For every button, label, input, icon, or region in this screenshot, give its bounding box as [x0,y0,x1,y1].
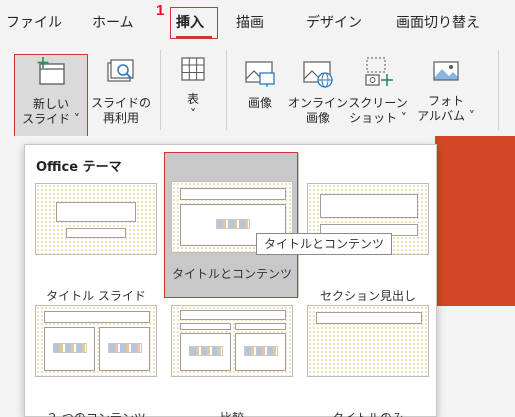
insert-tab-highlight [170,7,218,39]
layout-thumbnail [35,305,157,377]
table-button[interactable]: 表 ˅ [168,52,218,122]
pictures-label: 画像 [247,96,272,110]
content-icons [53,343,87,353]
ribbon-separator [226,50,227,130]
pictures-button[interactable]: 画像 [236,56,284,111]
tab-design[interactable]: デザイン [306,12,362,32]
new-slide-label-1: 新しい [32,97,69,111]
layout-title-slide[interactable]: タイトル スライド [29,175,163,305]
title-placeholder [180,310,286,320]
screenshot-icon [361,56,395,90]
content-placeholder-left [44,327,95,371]
photo-album-label-1: フォト [427,94,464,108]
new-slide-label-2: スライド ˅ [22,112,80,126]
layout-two-content[interactable]: ２ つのコンテンツ [29,297,163,417]
gallery-heading: Office テーマ [36,160,122,175]
tab-transitions[interactable]: 画面切り替え [396,12,480,32]
ribbon-insert-panel: 新しい スライド ˅ スライドの 再利用 表 ˅ 画像 オンライン 画像 スクリ… [0,40,515,137]
online-pictures-label-2: 画像 [305,111,330,125]
layout-name: タイトルのみ [301,409,435,417]
table-icon [176,52,210,86]
title-placeholder [44,311,150,323]
new-slide-icon [34,57,68,91]
reuse-slides-icon [104,56,138,90]
callout-1: 1 [156,2,165,19]
layout-title-only[interactable]: タイトルのみ [301,297,435,417]
content-placeholder-right [235,333,286,371]
layout-thumbnail [171,305,293,377]
online-pictures-label-1: オンライン [288,96,349,110]
ribbon-separator [498,50,499,130]
new-slide-button[interactable]: 新しい スライド ˅ [14,54,88,137]
heading-placeholder-right [235,323,286,330]
picture-icon [243,56,277,90]
tab-draw[interactable]: 描画 [236,12,264,32]
slide-canvas-preview [435,136,515,306]
tab-home[interactable]: ホーム [92,12,134,32]
photo-album-icon [429,54,463,88]
content-placeholder-right [99,327,150,371]
reuse-slides-button[interactable]: スライドの 再利用 [89,56,153,126]
layout-thumbnail [35,183,157,255]
layout-name: ２ つのコンテンツ [29,409,163,417]
ribbon-tab-bar: ファイル ホーム 挿入 描画 デザイン 画面切り替え [0,0,515,40]
reuse-slides-label-2: 再利用 [102,111,139,125]
content-icons [108,343,142,353]
title-placeholder [320,194,418,218]
content-placeholder-left [180,333,231,371]
table-label: 表 [186,92,199,106]
tab-file[interactable]: ファイル [6,12,62,32]
heading-placeholder-left [180,323,231,330]
online-pictures-button[interactable]: オンライン 画像 [288,56,348,126]
screenshot-button[interactable]: スクリーン ショット ˅ [346,56,410,126]
layout-thumbnail [307,305,429,377]
content-icons [244,346,278,356]
content-icons [189,346,223,356]
layout-name: 比較 [165,409,299,417]
screenshot-label-2: ショット ˅ [349,111,407,125]
title-placeholder [316,312,422,324]
globe-picture-icon [301,56,335,90]
layout-tooltip: タイトルとコンテンツ [256,233,393,255]
ribbon-separator [160,50,161,130]
subtitle-placeholder [66,228,126,238]
layout-comparison[interactable]: 比較 [165,297,299,417]
title-placeholder [56,202,136,222]
screenshot-label-1: スクリーン [348,96,408,110]
reuse-slides-label-1: スライドの [90,96,151,110]
selected-layout-highlight [164,152,298,298]
photo-album-label-2: アルバム ˅ [417,109,475,123]
photo-album-button[interactable]: フォト アルバム ˅ [408,54,484,124]
table-dropdown-chevron: ˅ [190,107,196,121]
